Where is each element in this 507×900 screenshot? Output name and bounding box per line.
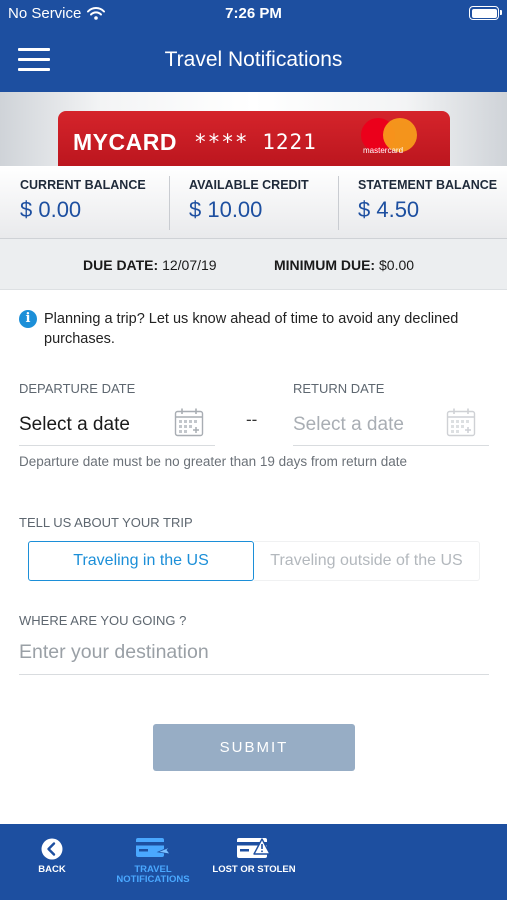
battery-icon (469, 6, 502, 20)
statement-balance-value: $ 4.50 (358, 197, 420, 222)
departure-date-label: DEPARTURE DATE (19, 381, 136, 396)
available-credit: AVAILABLE CREDIT $ 10.00 (169, 166, 338, 238)
minimum-due-label: MINIMUM DUE: (274, 257, 376, 273)
due-date-label: DUE DATE: (83, 257, 159, 273)
return-date-value: Select a date (293, 414, 404, 435)
trip-info-message: i Planning a trip? Let us know ahead of … (19, 309, 489, 349)
tab-travel-notifications[interactable]: TRAVEL NOTIFICATIONS (106, 824, 200, 900)
card-number: **** 1221 (194, 130, 317, 154)
due-date: DUE DATE: 12/07/19 (83, 257, 217, 273)
tab-back-label: BACK (38, 864, 66, 875)
balance-summary: CURRENT BALANCE $ 0.00 AVAILABLE CREDIT … (0, 166, 507, 239)
page-title: Travel Notifications (164, 48, 343, 71)
tab-travel-notifications-label: TRAVEL NOTIFICATIONS (116, 864, 190, 885)
destination-input[interactable] (19, 630, 489, 675)
departure-date-value: Select a date (19, 414, 130, 435)
card-banner: MYCARD **** 1221 mastercard (0, 92, 507, 168)
current-balance: CURRENT BALANCE $ 0.00 (0, 166, 169, 238)
date-separator: -- (246, 410, 258, 429)
due-date-value: 12/07/19 (162, 257, 217, 273)
nav-bar: Travel Notifications (0, 28, 507, 92)
back-arrow-icon (41, 838, 63, 860)
minimum-due: MINIMUM DUE: $0.00 (274, 257, 414, 273)
tab-back[interactable]: BACK (22, 824, 82, 900)
tab-lost-or-stolen-label: LOST OR STOLEN (212, 864, 296, 875)
statement-balance: STATEMENT BALANCE $ 4.50 (338, 166, 507, 238)
destination-label: WHERE ARE YOU GOING ? (19, 613, 187, 628)
trip-type-label: TELL US ABOUT YOUR TRIP (19, 515, 193, 530)
card-warning-icon (237, 838, 271, 858)
return-date-field[interactable]: Select a date (293, 403, 489, 446)
trip-type-toggle: Traveling in the US Traveling outside of… (28, 541, 480, 581)
info-icon: i (19, 310, 37, 328)
available-credit-value: $ 10.00 (189, 197, 263, 222)
card-plane-icon (136, 838, 171, 857)
current-balance-label: CURRENT BALANCE (20, 178, 146, 192)
bottom-tab-bar: BACK TRAVEL NOTIFICATIONS LOST OR STOLEN (0, 824, 507, 900)
card-name: MYCARD (73, 129, 177, 155)
available-credit-label: AVAILABLE CREDIT (189, 178, 309, 192)
return-date-label: RETURN DATE (293, 381, 385, 396)
current-balance-value: $ 0.00 (20, 197, 82, 222)
calendar-icon[interactable] (446, 407, 476, 437)
card-network-text: mastercard (363, 146, 404, 155)
info-text: Planning a trip? Let us know ahead of ti… (44, 311, 459, 347)
calendar-icon[interactable] (174, 407, 204, 437)
credit-card-image: MYCARD **** 1221 mastercard (58, 111, 450, 168)
minimum-due-value: $0.00 (379, 257, 415, 273)
traveling-in-us-option[interactable]: Traveling in the US (28, 541, 254, 581)
departure-date-field[interactable]: Select a date (19, 403, 215, 446)
clock: 7:26 PM (225, 5, 282, 22)
due-info: DUE DATE: 12/07/19 MINIMUM DUE: $0.00 (0, 239, 507, 290)
traveling-outside-us-option[interactable]: Traveling outside of the US (254, 541, 480, 581)
tab-lost-or-stolen[interactable]: LOST OR STOLEN (207, 824, 301, 900)
submit-button[interactable]: SUBMIT (153, 724, 355, 771)
statement-balance-label: STATEMENT BALANCE (358, 178, 498, 192)
status-bar: No Service 7:26 PM (0, 0, 507, 28)
date-hint: Departure date must be no greater than 1… (19, 454, 407, 469)
